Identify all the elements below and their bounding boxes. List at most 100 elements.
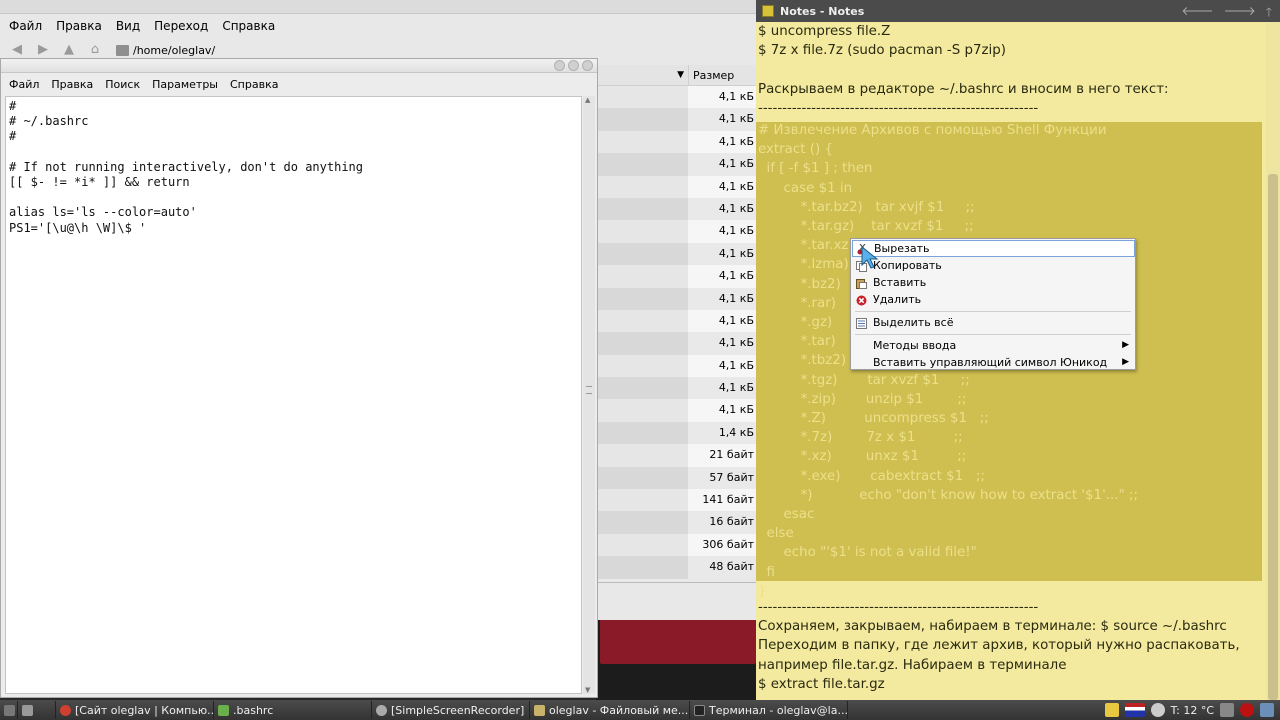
file-size-cell: 4,1 кБ (688, 175, 760, 198)
back-icon[interactable]: ◀ (8, 41, 26, 59)
file-row[interactable]: 4,1 кБ (598, 354, 760, 378)
close-icon[interactable] (582, 60, 593, 71)
scroll-down-icon[interactable]: ▼ (585, 686, 590, 694)
file-row[interactable]: 4,1 кБ (598, 242, 760, 266)
fm-menu-help[interactable]: Справка (222, 19, 275, 33)
menu-item-copy-label: Копировать (873, 259, 942, 272)
editor-text-area[interactable]: # # ~/.bashrc # # If not running interac… (5, 96, 582, 694)
file-row[interactable]: 4,1 кБ (598, 309, 760, 333)
file-row[interactable]: 4,1 кБ (598, 130, 760, 154)
file-row[interactable]: 4,1 кБ (598, 220, 760, 243)
file-size-cell: 1,4 кБ (688, 421, 760, 445)
editor-titlebar[interactable] (1, 59, 597, 73)
up-icon[interactable]: ▲ (60, 41, 78, 59)
taskbar-task-terminal[interactable]: Терминал - oleglav@la... (690, 701, 848, 719)
file-size-cell: 48 байт (688, 556, 760, 579)
file-row[interactable]: 4,1 кБ (598, 377, 760, 400)
record-icon[interactable] (1240, 703, 1254, 717)
notes-line: *.exe) cabextract $1 ;; (758, 468, 985, 484)
ed-menu-search[interactable]: Поиск (105, 78, 140, 91)
ed-menu-file[interactable]: Файл (9, 78, 39, 91)
file-row[interactable]: 4,1 кБ (598, 399, 760, 422)
arrow-left-icon[interactable]: 🡐 (1181, 3, 1213, 24)
menu-item-select-all[interactable]: Выделить всё (852, 314, 1135, 331)
taskbar-task-file-manager[interactable]: oleglav - Файловый ме... (530, 701, 690, 719)
file-row[interactable]: 141 байт (598, 489, 760, 512)
file-row[interactable]: 4,1 кБ (598, 108, 760, 131)
ed-menu-edit[interactable]: Правка (51, 78, 93, 91)
fm-menu-go[interactable]: Переход (154, 19, 208, 33)
notes-nav: 🡐 🡒 🡑 (1181, 3, 1272, 24)
notes-titlebar[interactable]: Notes - Notes 🡐 🡒 🡑 (756, 0, 1280, 22)
notes-line: *.tar.gz) tar xvzf $1 ;; (758, 219, 974, 235)
taskbar-menu-icon[interactable] (0, 701, 18, 719)
file-row[interactable]: 57 байт (598, 466, 760, 490)
file-row[interactable]: 21 байт (598, 444, 760, 467)
file-name-cell (598, 466, 688, 490)
file-size-cell: 4,1 кБ (688, 86, 760, 109)
ed-menu-help[interactable]: Справка (230, 78, 278, 91)
file-name-cell (598, 332, 688, 355)
ed-menu-options[interactable]: Параметры (152, 78, 218, 91)
file-row[interactable]: 4,1 кБ (598, 265, 760, 288)
file-name-cell (598, 108, 688, 131)
system-tray: T: 12 °C (1104, 700, 1280, 720)
file-row[interactable]: 16 байт (598, 511, 760, 534)
file-size-cell: 4,1 кБ (688, 197, 760, 221)
menu-item-insert-unicode[interactable]: Вставить управляющий символ Юникод ▶ (852, 354, 1135, 371)
fm-menu-edit[interactable]: Правка (56, 19, 102, 33)
menu-separator (855, 311, 1131, 312)
keyboard-layout-flag-icon[interactable] (1124, 703, 1145, 717)
file-row[interactable]: 306 байт (598, 533, 760, 557)
paste-icon (856, 277, 867, 289)
notes-line (758, 60, 1264, 79)
temperature: T: 12 °C (1170, 703, 1214, 717)
network-icon[interactable] (1260, 703, 1274, 717)
menu-item-paste[interactable]: Вставить (852, 274, 1135, 291)
notes-scroll-thumb[interactable] (1268, 174, 1278, 700)
location-path[interactable]: /home/oleglav/ (116, 44, 215, 57)
file-row[interactable]: 4,1 кБ (598, 332, 760, 355)
notes-line: fi (758, 564, 775, 580)
file-row[interactable]: 4,1 кБ (598, 86, 760, 109)
file-row[interactable]: 1,4 кБ (598, 421, 760, 445)
file-row[interactable]: 4,1 кБ (598, 153, 760, 176)
taskbar-task-browser[interactable]: [Сайт oleglav | Компью... (56, 701, 214, 719)
minimize-icon[interactable] (554, 60, 565, 71)
file-row[interactable]: 48 байт (598, 556, 760, 579)
file-row[interactable]: 4,1 кБ (598, 175, 760, 198)
file-size-cell: 4,1 кБ (688, 354, 760, 378)
scroll-grip[interactable] (586, 386, 592, 394)
notes-tray-icon[interactable] (1104, 703, 1119, 717)
editor-scrollbar[interactable]: ▲ ▼ (583, 96, 595, 694)
file-name-cell (598, 175, 688, 198)
maximize-icon[interactable] (568, 60, 579, 71)
forward-icon[interactable]: ▶ (34, 41, 52, 59)
menu-item-cut[interactable]: Вырезать (852, 240, 1135, 257)
fm-menu-view[interactable]: Вид (116, 19, 140, 33)
taskbar-desktop-icon[interactable] (18, 701, 56, 719)
location-path-text: /home/oleglav/ (133, 43, 216, 57)
menu-item-delete[interactable]: Удалить (852, 291, 1135, 308)
notes-line: ----------------------------------------… (758, 100, 1039, 116)
file-name-cell (598, 556, 688, 579)
menu-item-copy[interactable]: Копировать (852, 257, 1135, 274)
menu-item-input-methods[interactable]: Методы ввода ▶ (852, 337, 1135, 354)
arrow-right-icon[interactable]: 🡒 (1224, 3, 1256, 24)
home-icon[interactable]: ⌂ (86, 41, 104, 59)
fm-menu-file[interactable]: Файл (9, 19, 42, 33)
file-name-cell (598, 153, 688, 176)
taskbar-task-editor[interactable]: .bashrc (214, 701, 372, 719)
arrow-up-icon[interactable]: 🡑 (1266, 3, 1272, 24)
file-row[interactable]: 4,1 кБ (598, 287, 760, 310)
scroll-up-icon[interactable]: ▲ (585, 96, 590, 104)
size-column-header[interactable]: Размер (688, 64, 734, 86)
notes-scrollbar[interactable] (1266, 22, 1280, 700)
settings-gear-icon[interactable] (1220, 703, 1234, 717)
file-name-cell (598, 489, 688, 512)
weather-icon[interactable] (1150, 703, 1165, 717)
taskbar-task-recorder[interactable]: [SimpleScreenRecorder] (372, 701, 530, 719)
sort-arrow-icon[interactable]: ▼ (598, 70, 688, 80)
file-row[interactable]: 4,1 кБ (598, 197, 760, 221)
notes-app-icon (762, 5, 774, 17)
